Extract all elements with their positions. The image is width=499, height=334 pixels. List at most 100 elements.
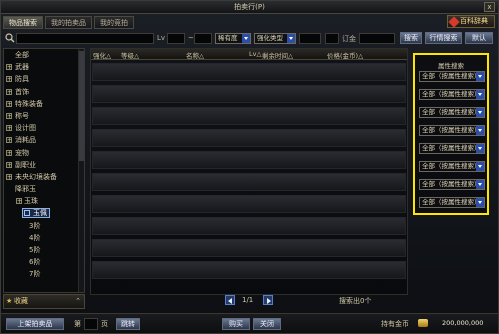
attribute-select-value: 全部（按属性搜索） (422, 144, 481, 152)
category-item[interactable]: 未央幻境装备 (4, 171, 84, 184)
attribute-select[interactable]: 全部（按属性搜索） (419, 107, 485, 118)
attribute-select[interactable]: 全部（按属性搜索） (419, 161, 485, 172)
category-item[interactable]: 称号 (4, 110, 84, 123)
table-row[interactable] (92, 85, 406, 103)
prev-page-icon[interactable] (225, 295, 235, 305)
category-item[interactable]: 武器 (4, 61, 84, 74)
category-item[interactable]: 玉珠 (4, 195, 84, 208)
goto-page-button[interactable]: 跳转 (116, 318, 140, 330)
table-row[interactable] (92, 239, 406, 257)
scrollbar-thumb[interactable] (79, 51, 84, 161)
gold-value: 200,000,000 (442, 319, 484, 327)
table-row[interactable] (92, 217, 406, 235)
search-icon[interactable] (5, 33, 15, 43)
buy-button[interactable]: 购买 (222, 318, 250, 330)
table-row[interactable] (92, 63, 406, 81)
enhance-max-input[interactable] (325, 33, 339, 44)
expand-icon[interactable] (6, 160, 12, 172)
category-item[interactable]: 宠物 (4, 147, 84, 160)
category-item[interactable]: 3阶 (4, 220, 84, 232)
market-search-button[interactable]: 行情搜索 (425, 32, 462, 44)
table-row[interactable] (92, 195, 406, 213)
category-item[interactable]: 防具 (4, 73, 84, 86)
attribute-select[interactable]: 全部（按属性搜索） (419, 143, 485, 154)
expand-icon[interactable] (6, 99, 12, 111)
expand-icon[interactable] (6, 135, 12, 147)
deposit-input[interactable] (359, 33, 395, 44)
expand-icon[interactable] (6, 111, 12, 123)
level-max-input[interactable] (194, 33, 212, 44)
table-row[interactable] (92, 151, 406, 169)
expand-icon[interactable] (6, 74, 12, 86)
enhance-min-input[interactable] (299, 33, 321, 44)
encyclopedia-button[interactable]: 百科辞典 (447, 15, 495, 28)
favorites-button[interactable]: ★ 收藏 ⌃ (3, 294, 85, 309)
attribute-search-title: 属性搜索 (438, 62, 464, 70)
attribute-select[interactable]: 全部（按属性搜索） (419, 71, 485, 82)
level-min-input[interactable] (167, 33, 185, 44)
category-item[interactable]: 7阶 (4, 268, 84, 280)
category-item[interactable]: 玉佩 (4, 207, 84, 219)
table-row[interactable] (92, 129, 406, 147)
attribute-select[interactable]: 全部（按属性搜索） (419, 89, 485, 100)
header-name[interactable]: 名称△ (186, 50, 204, 60)
tab-bar: 物品搜索 我的拍卖品 我的竞拍 (3, 16, 134, 29)
search-button[interactable]: 搜索 (400, 32, 422, 44)
pagination: 1/1 (225, 295, 281, 306)
category-item[interactable]: 特殊装备 (4, 98, 84, 111)
next-page-icon[interactable] (263, 295, 273, 305)
category-item[interactable]: 首饰 (4, 86, 84, 99)
encyclopedia-label: 百科辞典 (460, 17, 488, 25)
expand-icon[interactable] (16, 196, 22, 208)
attribute-search-panel: 属性搜索 全部（按属性搜索） 全部（按属性搜索） 全部（按属性搜索） 全部（按属性搜索… (413, 53, 489, 215)
attribute-select[interactable]: 全部（按属性搜索） (419, 125, 485, 136)
tab-my-auctions[interactable]: 我的拍卖品 (45, 16, 92, 29)
close-button[interactable]: 关闭 (253, 318, 281, 330)
category-item[interactable]: 设计图 (4, 122, 84, 135)
expand-icon[interactable] (6, 172, 12, 184)
expand-icon[interactable] (6, 87, 12, 99)
expand-icon[interactable] (6, 148, 12, 160)
category-label: 玉佩 (33, 209, 47, 218)
tab-my-bids[interactable]: 我的竞拍 (94, 16, 134, 29)
expand-icon[interactable] (6, 123, 12, 135)
reset-button[interactable]: 默认 (465, 32, 493, 44)
tab-item-search[interactable]: 物品搜索 (3, 16, 43, 29)
page-number-input[interactable] (84, 318, 98, 330)
category-label: 消耗品 (15, 136, 36, 145)
category-item[interactable]: 副职业 (4, 159, 84, 172)
result-count: 搜索出0个 (339, 297, 372, 305)
rarity-select-value: 稀有度 (218, 34, 238, 42)
header-level[interactable]: Lv△ (249, 50, 261, 58)
category-item[interactable]: 全部 (4, 49, 84, 61)
table-row[interactable] (92, 173, 406, 191)
attribute-select-value: 全部（按属性搜索） (422, 162, 481, 170)
header-price[interactable]: 价格(金币)△ (327, 50, 363, 60)
category-label: 武器 (15, 63, 29, 72)
header-time-left[interactable]: 剩余时间△ (262, 50, 293, 60)
category-item[interactable]: 6阶 (4, 256, 84, 268)
attribute-select[interactable]: 全部（按属性搜索） (419, 197, 485, 208)
attribute-select[interactable]: 全部（按属性搜索） (419, 179, 485, 190)
category-label: 防具 (15, 75, 29, 84)
chevron-down-icon (476, 126, 484, 135)
rarity-select[interactable]: 稀有度 (215, 33, 251, 44)
category-item[interactable]: 降邪玉 (4, 183, 84, 195)
collapse-icon[interactable] (24, 210, 30, 217)
header-grade[interactable]: 等级△ (121, 50, 139, 60)
table-row[interactable] (92, 107, 406, 125)
table-row[interactable] (92, 261, 406, 279)
search-input[interactable] (16, 33, 154, 44)
attribute-select-value: 全部（按属性搜索） (422, 72, 481, 80)
list-item-button[interactable]: 上架拍卖品 (6, 318, 64, 330)
category-item[interactable]: 4阶 (4, 232, 84, 244)
category-scrollbar[interactable] (78, 49, 84, 292)
category-item[interactable]: 5阶 (4, 244, 84, 256)
attribute-select-value: 全部（按属性搜索） (422, 90, 481, 98)
expand-icon[interactable] (6, 62, 12, 74)
category-label: 首饰 (15, 87, 29, 96)
close-icon[interactable]: x (484, 2, 495, 12)
header-enhance[interactable]: 强化△ (93, 50, 111, 60)
enhance-type-select[interactable]: 强化类型 (254, 33, 296, 44)
category-item[interactable]: 消耗品 (4, 134, 84, 147)
